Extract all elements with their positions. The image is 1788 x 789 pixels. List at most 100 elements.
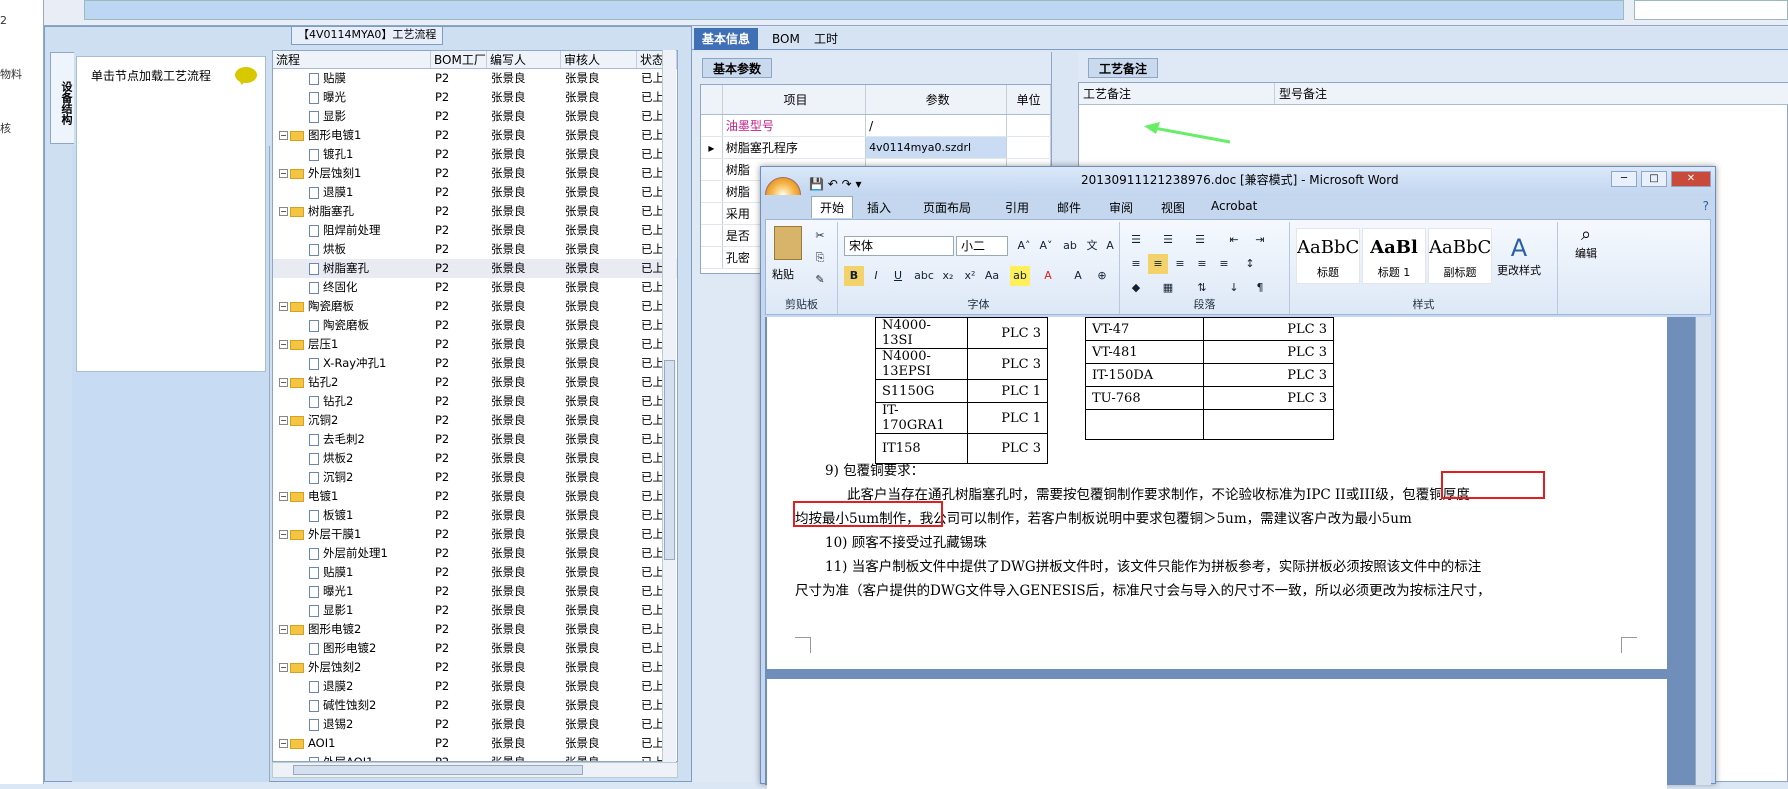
tree-row[interactable]: 曝光1 P2 张景良 张景良 已上网: [273, 582, 677, 601]
tree-row[interactable]: − AOI1 P2 张景良 张景良 已上网: [273, 734, 677, 753]
tree-row[interactable]: 退锡2 P2 张景良 张景良 已上网: [273, 715, 677, 734]
change-case-icon[interactable]: Aa: [982, 266, 1002, 286]
document-page[interactable]: N4000-13SI PLC 3 N4000-13EPSI PLC 3 S1150G PL…: [767, 317, 1667, 669]
italic-icon[interactable]: I: [866, 266, 886, 286]
param-row[interactable]: ▸ 树脂塞孔程序 4v0114mya0.szdrl: [701, 137, 1051, 159]
tree-row[interactable]: 陶瓷磨板 P2 张景良 张景良 已上网: [273, 316, 677, 335]
bold-icon[interactable]: B: [844, 266, 864, 286]
increase-indent-icon[interactable]: ⇥: [1250, 230, 1270, 250]
col-header-process-note[interactable]: 工艺备注: [1079, 83, 1275, 105]
tree-row[interactable]: 去毛刺2 P2 张景良 张景良 已上网: [273, 430, 677, 449]
clear-format-icon[interactable]: ab: [1060, 236, 1080, 256]
nav-item[interactable]: 核: [0, 120, 11, 136]
bullets-icon[interactable]: ☰: [1126, 230, 1146, 250]
tree-row[interactable]: X-Ray冲孔1 P2 张景良 张景良 已上网: [273, 354, 677, 373]
char-border-icon[interactable]: A: [1100, 236, 1120, 256]
strikethrough-icon[interactable]: abc: [914, 266, 934, 286]
tree-row[interactable]: 钻孔2 P2 张景良 张景良 已上网: [273, 392, 677, 411]
tab-acrobat[interactable]: Acrobat: [1211, 199, 1257, 213]
subscript-icon[interactable]: x₂: [938, 266, 958, 286]
font-color-icon[interactable]: A: [1038, 266, 1058, 286]
nav-item[interactable]: 物料: [0, 66, 22, 82]
close-button[interactable]: ✕: [1671, 171, 1711, 187]
tree-row[interactable]: 退膜2 P2 张景良 张景良 已上网: [273, 677, 677, 696]
justify-icon[interactable]: ≡: [1192, 254, 1212, 274]
nav-item[interactable]: 2: [0, 14, 7, 27]
col-header-unit[interactable]: 单位: [1007, 85, 1051, 114]
tab-home[interactable]: 开始: [811, 196, 854, 218]
collapse-toggle-icon[interactable]: −: [279, 340, 288, 349]
show-marks-icon[interactable]: ¶: [1250, 278, 1270, 298]
chinese-layout-icon[interactable]: ↓: [1224, 278, 1244, 298]
tab-basic-info[interactable]: 基本信息: [694, 28, 759, 50]
tree-row[interactable]: 贴膜1 P2 张景良 张景良 已上网: [273, 563, 677, 582]
change-styles-button[interactable]: A 更改样式: [1496, 234, 1542, 278]
collapse-toggle-icon[interactable]: −: [279, 378, 288, 387]
collapse-toggle-icon[interactable]: −: [279, 207, 288, 216]
col-header-writer[interactable]: 编写人: [487, 51, 561, 68]
tree-hscrollbar[interactable]: [272, 762, 678, 778]
tab-view[interactable]: 视图: [1161, 199, 1185, 216]
col-header-reviewer[interactable]: 审核人: [561, 51, 637, 68]
sort-icon[interactable]: ⇅: [1192, 278, 1212, 298]
tree-row[interactable]: 终固化 P2 张景良 张景良 已上网: [273, 278, 677, 297]
char-shading-icon[interactable]: A: [1068, 266, 1088, 286]
quick-access-toolbar[interactable]: 💾 ↶ ↷ ▾: [809, 171, 862, 197]
col-header-param[interactable]: 参数: [866, 85, 1008, 114]
tree-row[interactable]: − 层压1 P2 张景良 张景良 已上网: [273, 335, 677, 354]
paste-icon[interactable]: [774, 226, 802, 260]
tree-row[interactable]: 退膜1 P2 张景良 张景良 已上网: [273, 183, 677, 202]
shrink-font-icon[interactable]: A˅: [1036, 236, 1056, 256]
multilevel-list-icon[interactable]: ☰: [1190, 230, 1210, 250]
tree-row[interactable]: 贴膜 P2 张景良 张景良 已上网: [273, 69, 677, 88]
grow-font-icon[interactable]: A˄: [1014, 236, 1034, 256]
borders-icon[interactable]: ▦: [1158, 278, 1178, 298]
edit-button[interactable]: ⌕ 编辑: [1566, 224, 1606, 261]
tree-row[interactable]: 烘板2 P2 张景良 张景良 已上网: [273, 449, 677, 468]
equipment-structure-tab[interactable]: 设备结构: [50, 52, 74, 144]
tree-row[interactable]: − 电镀1 P2 张景良 张景良 已上网: [273, 487, 677, 506]
collapse-toggle-icon[interactable]: −: [279, 492, 288, 501]
tree-row[interactable]: − 钻孔2 P2 张景良 张景良 已上网: [273, 373, 677, 392]
maximize-button[interactable]: □: [1641, 171, 1667, 187]
collapse-toggle-icon[interactable]: −: [279, 302, 288, 311]
tree-row[interactable]: − 外层蚀刻1 P2 张景良 张景良 已上网: [273, 164, 677, 183]
copy-icon[interactable]: ⎘: [810, 248, 830, 268]
align-right-icon[interactable]: ≡: [1170, 254, 1190, 274]
tab-hours[interactable]: 工时: [806, 28, 846, 50]
tree-row[interactable]: 镀孔1 P2 张景良 张景良 已上网: [273, 145, 677, 164]
underline-icon[interactable]: U: [888, 266, 908, 286]
tab-references[interactable]: 引用: [1005, 199, 1029, 216]
style-heading1[interactable]: AaBl 标题 1: [1362, 228, 1426, 284]
word-vscrollbar[interactable]: [1695, 317, 1711, 785]
format-painter-icon[interactable]: ✎: [810, 270, 830, 290]
paste-button[interactable]: 粘贴: [772, 266, 794, 282]
tree-row[interactable]: 沉铜2 P2 张景良 张景良 已上网: [273, 468, 677, 487]
param-value-cell[interactable]: /: [866, 115, 1008, 136]
tree-row[interactable]: 显影 P2 张景良 张景良 已上网: [273, 107, 677, 126]
collapse-toggle-icon[interactable]: −: [279, 663, 288, 672]
document-page-2[interactable]: [767, 679, 1667, 789]
col-header-bom[interactable]: BOM工厂: [431, 51, 487, 68]
collapse-toggle-icon[interactable]: −: [279, 131, 288, 140]
tree-row[interactable]: − 图形电镀1 P2 张景良 张景良 已上网: [273, 126, 677, 145]
tab-process-notes[interactable]: 工艺备注: [1088, 58, 1159, 78]
help-icon[interactable]: ?: [1703, 199, 1709, 213]
tab-mailings[interactable]: 邮件: [1057, 199, 1081, 216]
tree-row[interactable]: − 图形电镀2 P2 张景良 张景良 已上网: [273, 620, 677, 639]
collapse-toggle-icon[interactable]: −: [279, 416, 288, 425]
decrease-indent-icon[interactable]: ⇤: [1224, 230, 1244, 250]
col-header-item[interactable]: 项目: [723, 85, 867, 114]
word-titlebar[interactable]: 20130911121238976.doc [兼容模式] - Microsoft…: [761, 167, 1715, 195]
param-value-cell[interactable]: 4v0114mya0.szdrl: [866, 137, 1008, 158]
tree-row[interactable]: 碱性蚀刻2 P2 张景良 张景良 已上网: [273, 696, 677, 715]
col-header-flow[interactable]: 流程: [273, 51, 431, 68]
tree-row[interactable]: 板镀1 P2 张景良 张景良 已上网: [273, 506, 677, 525]
tree-row[interactable]: 曝光 P2 张景良 张景良 已上网: [273, 88, 677, 107]
tree-row[interactable]: 树脂塞孔 P2 张景良 张景良 已上网: [273, 259, 677, 278]
collapse-toggle-icon[interactable]: −: [279, 169, 288, 178]
align-left-icon[interactable]: ≡: [1126, 254, 1146, 274]
tab-basic-params[interactable]: 基本参数: [702, 58, 773, 78]
tree-row[interactable]: − 树脂塞孔 P2 张景良 张景良 已上网: [273, 202, 677, 221]
col-header-model-note[interactable]: 型号备注: [1275, 83, 1788, 105]
